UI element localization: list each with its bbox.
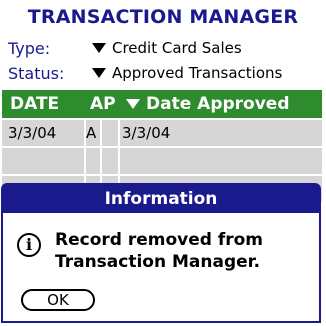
column-header-date[interactable]: DATE bbox=[2, 94, 90, 114]
type-label: Type: bbox=[8, 38, 51, 58]
ok-button[interactable]: OK bbox=[21, 289, 95, 311]
table-header: DATE AP Date Approved bbox=[2, 90, 322, 118]
info-icon: i bbox=[17, 233, 41, 257]
status-filter-row: Status: Approved Transactions bbox=[8, 61, 282, 85]
status-label: Status: bbox=[8, 63, 65, 83]
dialog-body: i Record removed from Transaction Manage… bbox=[17, 229, 305, 273]
dialog-title: Information bbox=[3, 185, 319, 213]
sort-column-dropdown[interactable]: Date Approved bbox=[126, 94, 290, 114]
column-header-ap[interactable]: AP bbox=[90, 94, 126, 114]
dialog-message: Record removed from Transaction Manager. bbox=[55, 230, 264, 272]
transaction-table: 3/3/04 A 3/3/04 bbox=[2, 120, 322, 202]
app-title: TRANSACTION MANAGER bbox=[27, 6, 299, 28]
cell-ap: A bbox=[86, 124, 97, 142]
triangle-down-icon bbox=[92, 43, 106, 53]
table-row[interactable]: 3/3/04 A 3/3/04 bbox=[2, 120, 322, 146]
cell-date: 3/3/04 bbox=[8, 124, 57, 142]
status-dropdown-value: Approved Transactions bbox=[112, 64, 283, 82]
type-filter-row: Type: Credit Card Sales bbox=[8, 36, 242, 60]
triangle-down-icon bbox=[126, 99, 140, 109]
type-dropdown[interactable]: Credit Card Sales bbox=[92, 39, 242, 57]
triangle-down-icon bbox=[92, 68, 106, 78]
type-dropdown-value: Credit Card Sales bbox=[112, 39, 242, 57]
cell-date-approved: 3/3/04 bbox=[122, 124, 171, 142]
information-dialog: Information i Record removed from Transa… bbox=[1, 183, 321, 323]
status-dropdown[interactable]: Approved Transactions bbox=[92, 64, 282, 82]
table-row[interactable] bbox=[2, 148, 322, 174]
sort-column-label: Date Approved bbox=[146, 94, 290, 114]
transaction-manager-screen: TRANSACTION MANAGER Type: Credit Card Sa… bbox=[0, 0, 326, 326]
